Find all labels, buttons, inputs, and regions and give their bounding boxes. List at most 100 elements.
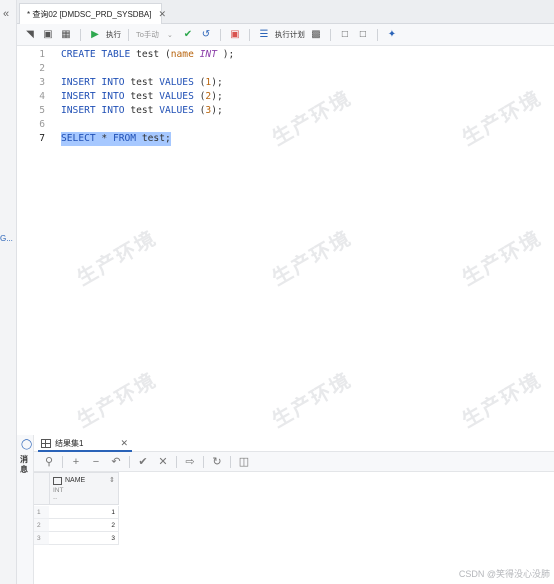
chevron-down-icon[interactable]: ⌄ <box>163 28 177 42</box>
delete-row-icon[interactable]: − <box>89 456 103 468</box>
column-comment: -- <box>53 495 58 502</box>
watermark: 生产环境 <box>73 369 161 433</box>
commit-check-icon[interactable]: ✔ <box>181 28 195 42</box>
sql-editor[interactable]: 生产环境 生产环境 生产环境 生产环境 生产环境 生产环境 生产环境 生产环境 … <box>17 46 554 435</box>
execute-icon[interactable]: ▶ <box>88 28 102 42</box>
line-number: 7 <box>39 133 45 144</box>
messages-tab[interactable]: 消息 <box>20 455 30 475</box>
code-token: test <box>124 91 160 102</box>
code-line[interactable]: 3 INSERT INTO test VALUES (1); <box>17 76 554 90</box>
sort-icon[interactable]: ⇕ <box>109 476 115 484</box>
code-text: CREATE TABLE test (name INT ); <box>61 48 234 62</box>
apply-changes-icon[interactable]: ✔ <box>136 455 150 468</box>
comment-icon[interactable]: □ <box>338 28 352 42</box>
result-side-rail: ◯ 消息 <box>17 435 34 584</box>
commit-mode-dropdown[interactable]: To手动 <box>136 29 159 40</box>
save-all-icon[interactable]: ▦ <box>59 28 73 42</box>
toolbar-divider <box>80 28 81 41</box>
line-number: 1 <box>39 49 45 60</box>
execute-button[interactable]: 执行 <box>106 29 121 40</box>
result-toolbar: ⚲ + − ↶ ✔ ✕ ⇨ ↻ ◫ <box>34 452 554 472</box>
code-text: SELECT * FROM test; <box>61 132 171 146</box>
rollback-icon[interactable]: ↺ <box>199 28 213 42</box>
table-cell[interactable]: 1 <box>49 506 119 519</box>
column-name: NAME <box>65 477 86 484</box>
discard-changes-icon[interactable]: ✕ <box>156 455 170 468</box>
save-icon[interactable]: ▣ <box>41 28 55 42</box>
code-token: ( <box>193 91 206 102</box>
code-token: VALUES <box>159 91 194 102</box>
table-row[interactable]: 22 <box>34 519 119 532</box>
collapse-panel-icon[interactable]: « <box>3 8 9 20</box>
code-line[interactable]: 1 CREATE TABLE test (name INT ); <box>17 48 554 62</box>
column-type: INT <box>53 487 64 494</box>
stop-icon[interactable]: ▣ <box>228 28 242 42</box>
code-token: VALUES <box>159 105 194 116</box>
line-number: 4 <box>39 91 45 102</box>
undo-icon[interactable]: ↶ <box>109 455 123 468</box>
uncomment-icon[interactable]: □ <box>356 28 370 42</box>
toolbar-divider <box>203 455 204 468</box>
row-number: 2 <box>34 519 49 532</box>
code-token: * <box>95 133 113 144</box>
table-cell[interactable]: 3 <box>49 532 119 545</box>
add-row-icon[interactable]: + <box>69 456 83 468</box>
code-text: INSERT INTO test VALUES (3); <box>61 104 223 118</box>
column-header-name[interactable]: NAME INT -- ⇕ <box>49 472 119 505</box>
tab-result-set-1[interactable]: 结果集1 ✕ <box>38 436 132 452</box>
code-token: name <box>170 49 194 60</box>
editor-toolbar: ◥ ▣ ▦ ▶ 执行 To手动 ⌄ ✔ ↺ ▣ ☰ 执行计划 ▩ □ □ ✦ <box>17 24 554 46</box>
table-row[interactable]: 33 <box>34 532 119 545</box>
close-tab-icon[interactable]: ✕ <box>158 9 166 20</box>
toolbar-divider <box>230 455 231 468</box>
close-result-tab-icon[interactable]: ✕ <box>120 438 128 449</box>
code-token: test ( <box>130 49 171 60</box>
toolbar-divider <box>62 455 63 468</box>
code-line[interactable]: 2 <box>17 62 554 76</box>
table-row[interactable]: 11 <box>34 506 119 519</box>
toolbar-divider <box>219 28 221 41</box>
export-icon[interactable]: ▩ <box>309 28 323 42</box>
code-token: ( <box>193 105 206 116</box>
line-number: 3 <box>39 77 45 88</box>
code-token: INSERT INTO <box>61 77 125 88</box>
explain-plan-icon[interactable]: ☰ <box>257 28 271 42</box>
row-number: 1 <box>34 506 49 519</box>
code-line[interactable]: 4 INSERT INTO test VALUES (2); <box>17 90 554 104</box>
toolbar-divider <box>376 28 378 41</box>
explain-plan-button[interactable]: 执行计划 <box>275 29 305 40</box>
refresh-icon[interactable]: ↻ <box>210 455 224 468</box>
watermark: 生产环境 <box>268 369 356 433</box>
grid-corner-header <box>34 472 49 505</box>
code-token: ); <box>211 91 223 102</box>
code-token: test <box>124 105 160 116</box>
result-tab-title: 结果集1 <box>55 438 84 448</box>
tab-title: * 查询02 [DMDSC_PRD_SYSDBA] <box>27 9 152 19</box>
tab-query02[interactable]: * 查询02 [DMDSC_PRD_SYSDBA] ✕ <box>19 3 166 24</box>
editor-tab-bar: * 查询02 [DMDSC_PRD_SYSDBA] ✕ <box>17 0 554 24</box>
code-line[interactable]: 7 SELECT * FROM test; <box>17 132 554 146</box>
notification-bell-icon[interactable]: ◯ <box>21 439 32 450</box>
code-token: CREATE TABLE <box>61 49 131 60</box>
code-token: SELECT <box>61 133 96 144</box>
lock-icon[interactable]: ⚲ <box>42 455 56 468</box>
line-number: 6 <box>39 119 45 130</box>
code-token: test; <box>136 133 171 144</box>
code-text: INSERT INTO test VALUES (2); <box>61 90 223 104</box>
table-cell[interactable]: 2 <box>49 519 119 532</box>
code-token: VALUES <box>159 77 194 88</box>
toolbar-divider <box>176 455 177 468</box>
column-settings-icon[interactable]: ◫ <box>237 455 251 468</box>
code-token: test <box>124 77 160 88</box>
open-folder-icon[interactable]: ◥ <box>23 28 37 42</box>
left-rail-snippet[interactable]: G... <box>0 234 13 243</box>
table-grid-icon <box>41 438 51 448</box>
watermark: 生产环境 <box>73 227 161 291</box>
line-number: 2 <box>39 63 45 74</box>
code-token: INSERT INTO <box>61 91 125 102</box>
code-line[interactable]: 5 INSERT INTO test VALUES (3); <box>17 104 554 118</box>
left-rail: « G... <box>0 0 17 584</box>
code-line[interactable]: 6 <box>17 118 554 132</box>
export-results-icon[interactable]: ⇨ <box>183 455 197 468</box>
format-magic-icon[interactable]: ✦ <box>385 28 399 42</box>
